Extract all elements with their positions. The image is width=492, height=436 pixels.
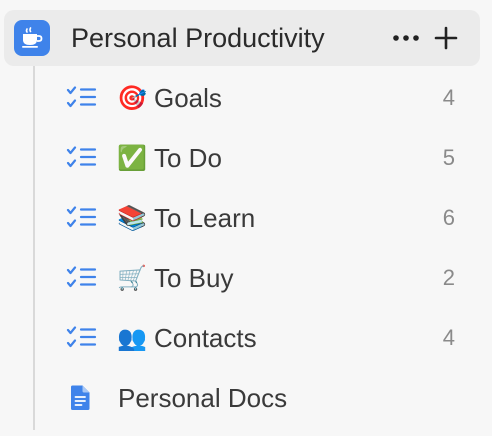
list-item-personal-docs[interactable]: Personal Docs [0,368,492,428]
coffee-cup-icon [14,20,50,56]
list-item-label: To Buy [154,263,234,293]
item-count-badge: 4 [442,325,455,350]
item-count-badge: 2 [442,265,455,290]
more-horizontal-icon [393,35,419,41]
list-item-to-do[interactable]: ✅ To Do 5 [0,128,492,188]
list-item-goals[interactable]: 🎯 Goals 4 [0,68,492,128]
checklist-icon [66,326,97,348]
check-mark-emoji-icon: ✅ [117,144,147,172]
shopping-cart-emoji-icon: 🛒 [117,264,147,292]
list-item-label: To Do [154,143,222,173]
space-item-list: 🎯 Goals 4 ✅ To Do 5 📚 To Learn 6 🛒 To Bu… [0,68,492,428]
document-icon [71,385,90,410]
checklist-icon [66,206,97,228]
add-item-button[interactable] [430,22,462,54]
list-item-label: Goals [154,83,222,113]
checklist-icon [66,146,97,168]
checklist-icon [66,266,97,288]
space-title: Personal Productivity [71,23,325,53]
item-count-badge: 4 [442,85,455,110]
more-options-button[interactable] [388,24,424,52]
list-item-contacts[interactable]: 👥 Contacts 4 [0,308,492,368]
plus-icon [434,26,458,50]
target-emoji-icon: 🎯 [117,84,147,112]
space-header[interactable]: Personal Productivity [4,10,480,66]
list-item-to-buy[interactable]: 🛒 To Buy 2 [0,248,492,308]
list-item-label: Contacts [154,323,257,353]
list-item-label: Personal Docs [118,383,288,413]
books-emoji-icon: 📚 [117,204,147,232]
item-count-badge: 6 [442,205,455,230]
item-count-badge: 5 [442,145,455,170]
list-item-label: To Learn [154,203,256,233]
sidebar: Personal Productivity 🎯 Goals 4 ✅ To Do … [0,0,492,436]
checklist-icon [66,86,97,108]
people-emoji-icon: 👥 [117,324,147,352]
list-item-to-learn[interactable]: 📚 To Learn 6 [0,188,492,248]
